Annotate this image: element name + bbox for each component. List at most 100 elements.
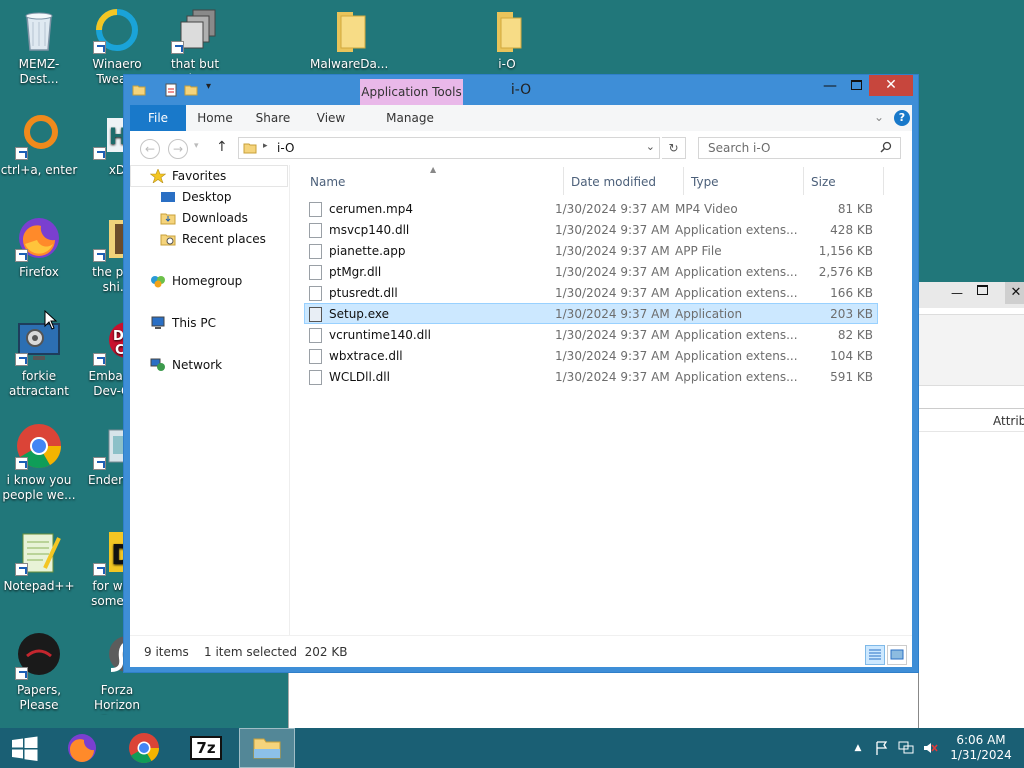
desktop-icon-malwareda[interactable]: MalwareDa... xyxy=(310,6,388,72)
file-row[interactable]: WCLDll.dll 1/30/2024 9:37 AM Application… xyxy=(304,366,878,387)
tab-manage[interactable]: Manage xyxy=(378,105,442,131)
desktop-icon-i-know-you[interactable]: i know you people we... xyxy=(0,422,78,503)
forward-button[interactable]: → xyxy=(168,139,188,159)
tab-home[interactable]: Home xyxy=(192,105,238,131)
desktop-icon-memz[interactable]: MEMZ-Dest... xyxy=(0,6,78,87)
nav-downloads[interactable]: Downloads xyxy=(160,208,248,228)
background-window-column-header[interactable]: Attribu xyxy=(919,408,1024,432)
back-button[interactable]: ← xyxy=(140,139,160,159)
nav-this-pc[interactable]: This PC xyxy=(150,313,216,333)
status-bar: 9 items 1 item selected 202 KB xyxy=(130,635,912,667)
folder-icon xyxy=(325,6,373,54)
taskbar-7zip[interactable]: 7z xyxy=(178,728,234,768)
desktop-icon-i-o[interactable]: i-O xyxy=(468,6,546,72)
minimize-icon[interactable]: — xyxy=(951,286,963,300)
close-icon[interactable]: ✕ xyxy=(869,75,913,96)
breadcrumb-chevron-icon[interactable]: ▸ xyxy=(263,141,268,151)
file-row[interactable]: ptusredt.dll 1/30/2024 9:37 AM Applicati… xyxy=(304,282,878,303)
column-header-size[interactable]: Size xyxy=(811,173,836,191)
file-row[interactable]: cerumen.mp4 1/30/2024 9:37 AM MP4 Video … xyxy=(304,198,878,219)
desktop-icon-label: i-O xyxy=(498,57,516,71)
desktop-icon-notepadpp[interactable]: Notepad++ xyxy=(0,528,78,594)
address-field[interactable]: ▸ i-O ⌄ xyxy=(238,137,660,159)
close-icon[interactable]: ✕ xyxy=(1005,282,1024,304)
address-dropdown-icon[interactable]: ⌄ xyxy=(646,140,655,153)
file-row[interactable]: pianette.app 1/30/2024 9:37 AM APP File … xyxy=(304,240,878,261)
desktop-icon-label: i know you people we... xyxy=(2,473,76,502)
notepadpp-icon xyxy=(15,528,63,576)
column-header-type[interactable]: Type xyxy=(691,173,719,191)
firefox-icon xyxy=(68,734,96,762)
ribbon-tabs: File Home Share View Manage ⌄ ? xyxy=(130,105,912,131)
file-row[interactable]: msvcp140.dll 1/30/2024 9:37 AM Applicati… xyxy=(304,219,878,240)
stacked-windows-icon xyxy=(171,6,219,54)
file-row[interactable]: wbxtrace.dll 1/30/2024 9:37 AM Applicati… xyxy=(304,345,878,366)
recycle-bin-icon xyxy=(15,6,63,54)
generic-file-icon xyxy=(309,244,322,259)
status-selection: 1 item selected 202 KB xyxy=(204,645,348,659)
folder-icon xyxy=(243,141,257,158)
windows-logo-icon xyxy=(12,736,38,761)
tab-view[interactable]: View xyxy=(308,105,354,131)
tab-share[interactable]: Share xyxy=(250,105,296,131)
nav-favorites[interactable]: Favorites xyxy=(149,166,226,186)
dll-file-icon xyxy=(309,286,322,301)
network-icon[interactable] xyxy=(898,740,914,756)
desktop-icon-label: Notepad++ xyxy=(3,579,75,593)
background-window-lower xyxy=(288,672,918,728)
video-file-icon xyxy=(309,202,322,217)
desktop-icon-forkie[interactable]: forkie attractant xyxy=(0,318,78,399)
show-hidden-icons-icon[interactable]: ▲ xyxy=(850,740,866,756)
file-row[interactable]: ptMgr.dll 1/30/2024 9:37 AM Application … xyxy=(304,261,878,282)
expand-ribbon-icon[interactable]: ⌄ xyxy=(874,110,884,124)
winaero-icon xyxy=(93,6,141,54)
nav-desktop[interactable]: Desktop xyxy=(160,187,232,207)
minimize-icon[interactable]: — xyxy=(816,75,844,97)
desktop-icon-firefox[interactable]: Firefox xyxy=(0,214,78,280)
file-row[interactable]: vcruntime140.dll 1/30/2024 9:37 AM Appli… xyxy=(304,324,878,345)
desktop-icon-ctrl-a-enter[interactable]: ctrl+a, enter xyxy=(0,112,78,178)
start-button[interactable] xyxy=(0,728,50,768)
mouse-cursor-icon xyxy=(44,309,58,333)
system-clock[interactable]: 6:06 AM 1/31/2024 xyxy=(946,733,1016,763)
address-bar-row: ← → ▾ ↑ ▸ i-O ⌄ ↻ Search i-O xyxy=(130,131,912,165)
taskbar-firefox[interactable] xyxy=(54,728,110,768)
file-row-selected[interactable]: Setup.exe 1/30/2024 9:37 AM Application … xyxy=(304,303,878,324)
desktop-icon-label: MalwareDa... xyxy=(310,57,388,71)
column-header-date-modified[interactable]: Date modified xyxy=(571,173,656,191)
recent-places-icon xyxy=(160,232,176,246)
explorer-window[interactable]: ▾ Application Tools i-O — ✕ File Home Sh… xyxy=(123,74,919,673)
nav-homegroup[interactable]: Homegroup xyxy=(150,271,242,291)
nav-network[interactable]: Network xyxy=(150,355,222,375)
recent-locations-icon[interactable]: ▾ xyxy=(194,141,199,151)
homegroup-icon xyxy=(150,274,166,288)
help-icon[interactable]: ? xyxy=(894,110,910,126)
dll-file-icon xyxy=(309,265,322,280)
desktop-icon-label: forkie attractant xyxy=(8,369,70,398)
background-window-titlebar[interactable]: — ✕ xyxy=(919,282,1024,308)
clock-time: 6:06 AM xyxy=(956,733,1006,747)
column-header-attributes[interactable]: Attribu xyxy=(993,414,1024,428)
action-center-flag-icon[interactable] xyxy=(874,740,890,756)
search-input[interactable]: Search i-O xyxy=(698,137,901,159)
sort-ascending-icon: ▲ xyxy=(430,165,437,174)
taskbar-file-explorer[interactable] xyxy=(239,728,295,768)
taskbar-chrome[interactable] xyxy=(116,728,172,768)
refresh-button[interactable]: ↻ xyxy=(662,137,686,159)
up-button[interactable]: ↑ xyxy=(216,139,228,155)
desktop-icon-papers-please[interactable]: Papers, Please xyxy=(0,632,78,713)
maximize-icon[interactable] xyxy=(842,75,870,97)
maximize-icon[interactable] xyxy=(977,285,988,295)
title-bar[interactable]: ▾ Application Tools i-O — ✕ xyxy=(124,75,918,105)
breadcrumb-i-o[interactable]: i-O xyxy=(277,141,294,155)
large-icons-view-button[interactable] xyxy=(887,645,907,665)
navigation-pane: Favorites Desktop Downloads Recent place… xyxy=(130,165,290,635)
background-window[interactable]: — ✕ Attribu xyxy=(918,282,1024,728)
column-header-name[interactable]: Name xyxy=(310,173,345,191)
firefox-icon xyxy=(15,214,63,262)
volume-muted-icon[interactable] xyxy=(922,740,938,756)
tab-file[interactable]: File xyxy=(130,105,186,131)
dll-file-icon xyxy=(309,223,322,238)
nav-recent-places[interactable]: Recent places xyxy=(160,229,266,249)
details-view-button[interactable] xyxy=(865,645,885,665)
